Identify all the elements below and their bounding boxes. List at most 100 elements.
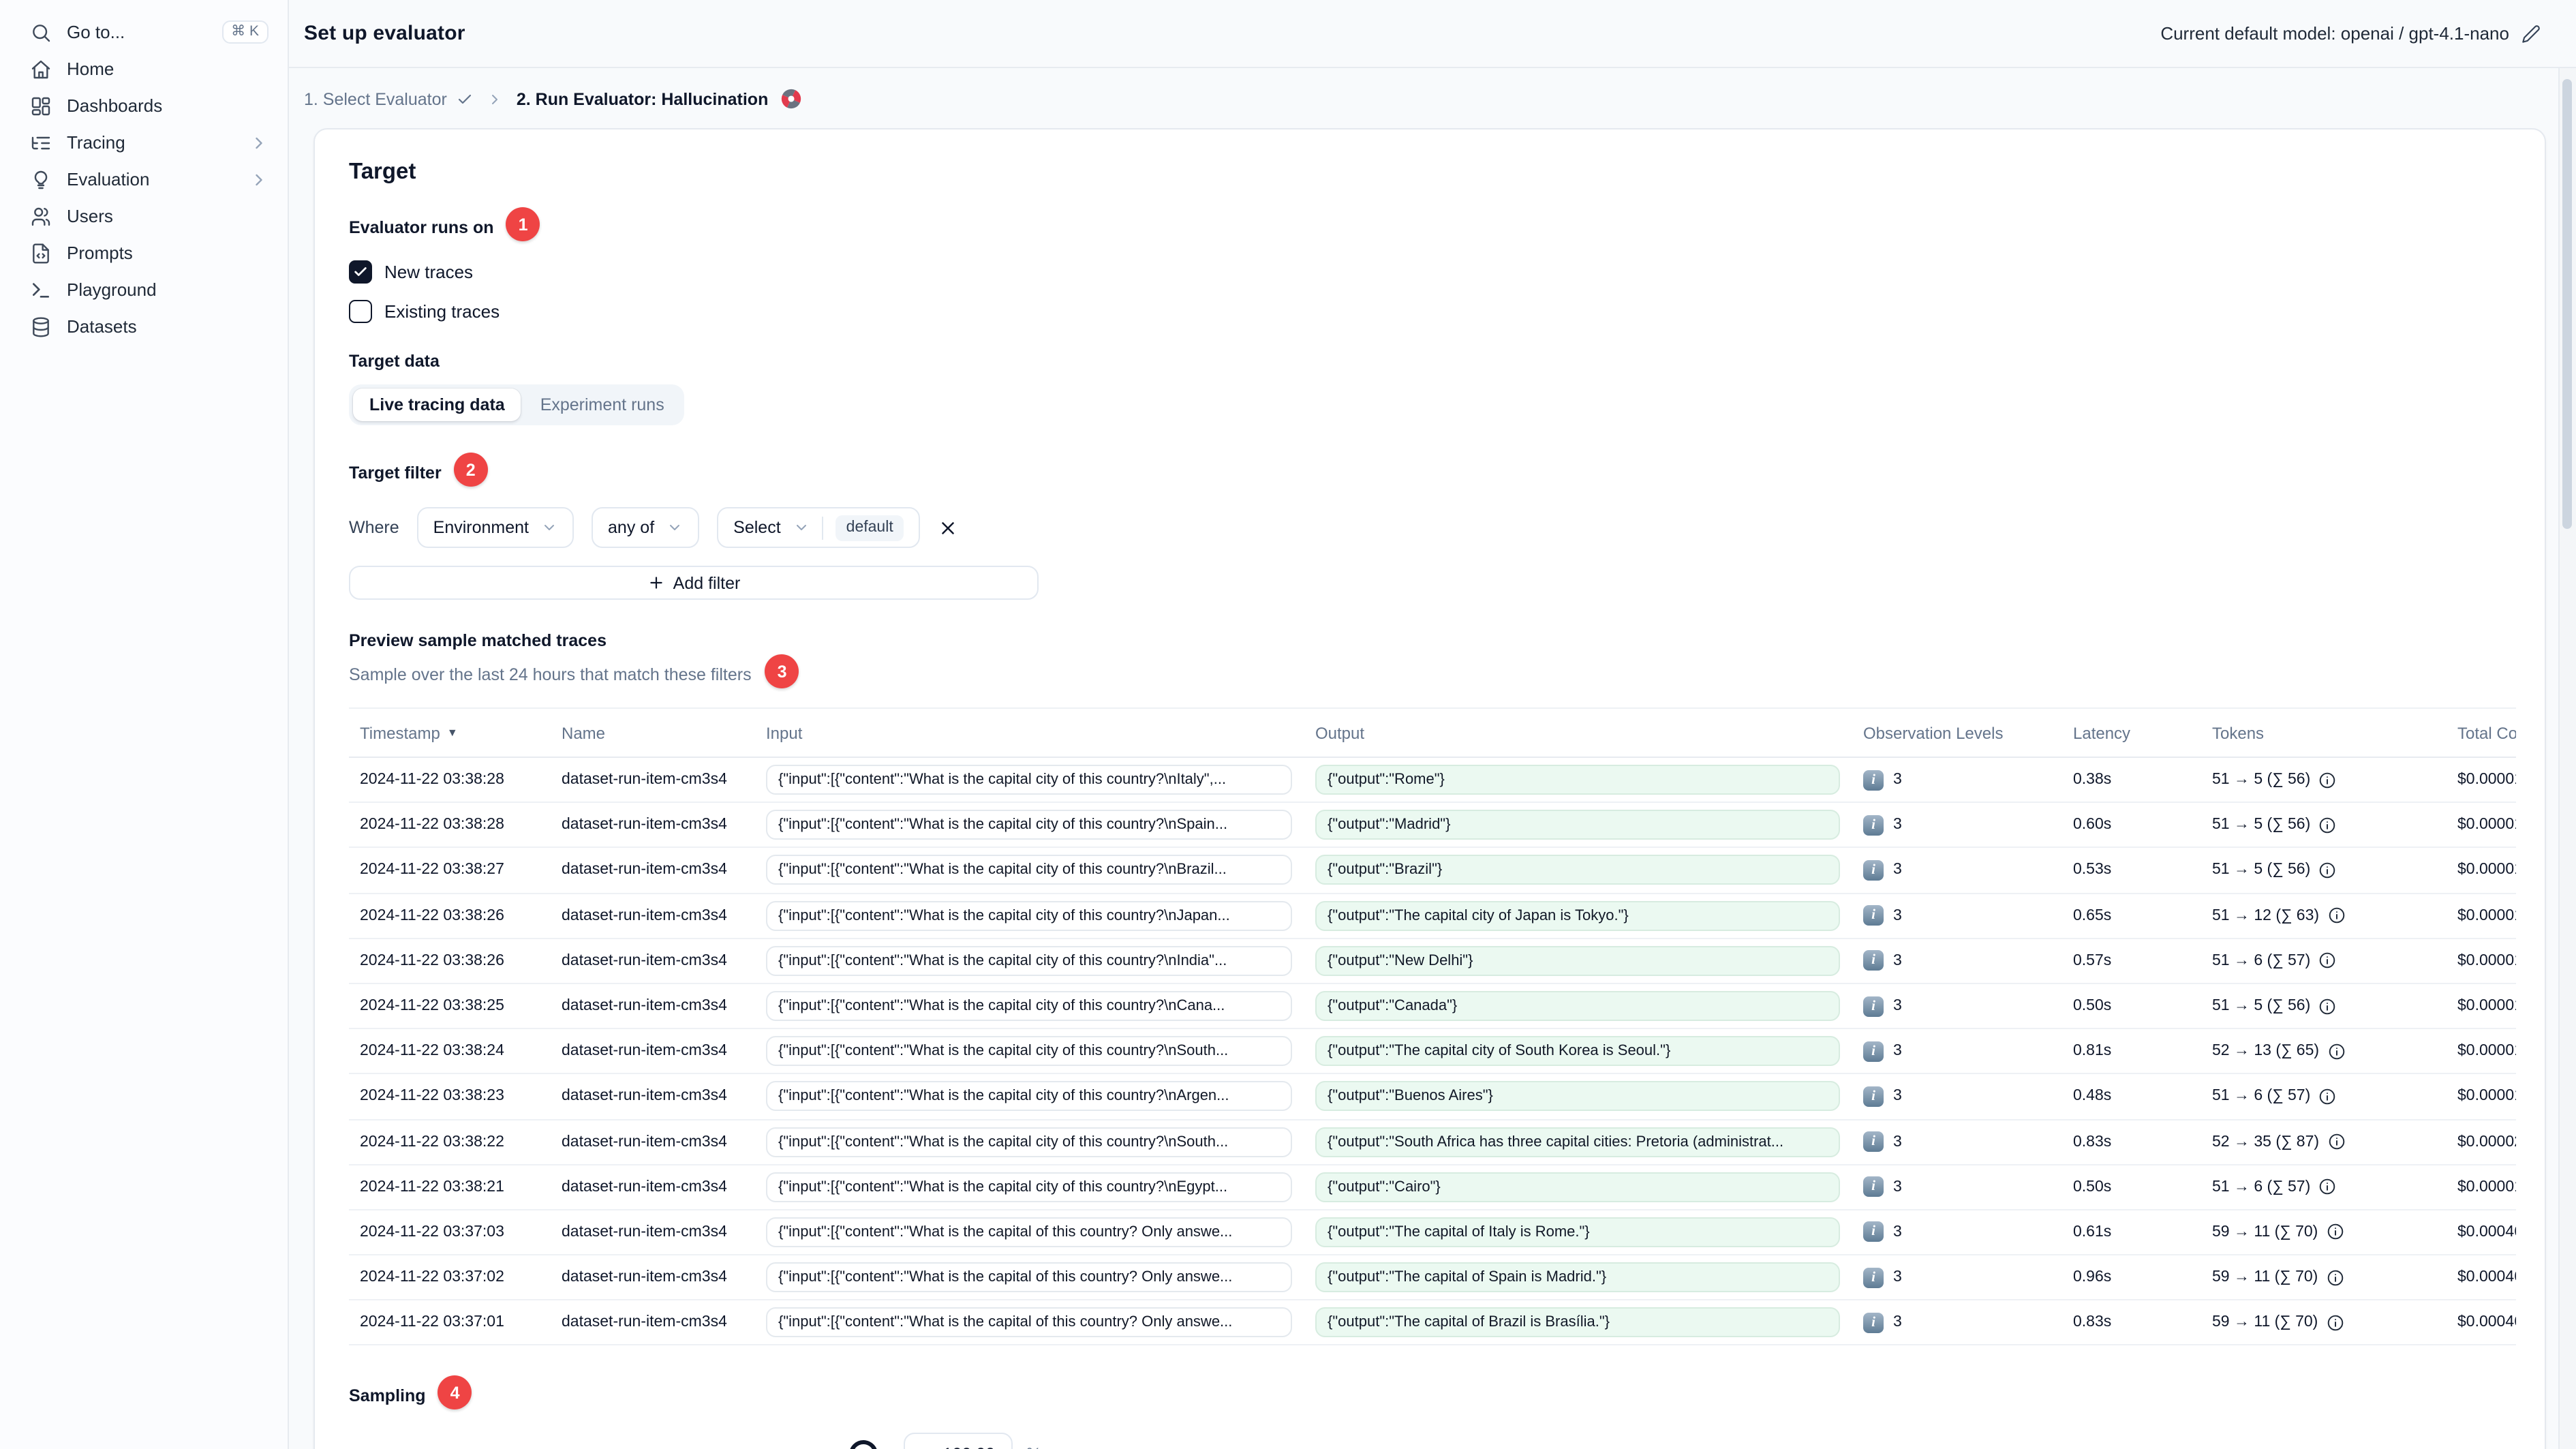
column-header-output[interactable]: Output xyxy=(1304,723,1852,742)
sidebar-item-label: Evaluation xyxy=(67,169,150,189)
table-row[interactable]: 2024-11-22 03:38:22 dataset-run-item-cm3s… xyxy=(349,1120,2516,1165)
cell-observation-levels: i3 xyxy=(1852,814,2062,836)
cell-tokens: 51 → 5 (∑ 56) xyxy=(2201,861,2447,879)
filter-column-select[interactable]: Environment xyxy=(416,507,574,548)
output-chip[interactable]: {"output":"The capital city of South Kor… xyxy=(1315,1036,1840,1067)
input-chip[interactable]: {"input":[{"content":"What is the capita… xyxy=(766,945,1292,976)
output-chip[interactable]: {"output":"The capital of Italy is Rome.… xyxy=(1315,1217,1840,1247)
table-row[interactable]: 2024-11-22 03:38:26 dataset-run-item-cm3s… xyxy=(349,939,2516,984)
table-row[interactable]: 2024-11-22 03:37:02 dataset-run-item-cm3s… xyxy=(349,1255,2516,1301)
input-chip[interactable]: {"input":[{"content":"What is the capita… xyxy=(766,1081,1292,1112)
table-row[interactable]: 2024-11-22 03:38:27 dataset-run-item-cm3s… xyxy=(349,849,2516,894)
sampling-value-input[interactable]: 100.00 xyxy=(904,1433,1013,1449)
checkbox[interactable] xyxy=(349,300,372,323)
input-chip[interactable]: {"input":[{"content":"What is the capita… xyxy=(766,855,1292,885)
column-header-name[interactable]: Name xyxy=(551,723,755,742)
filter-value-select[interactable]: Select default xyxy=(717,507,921,548)
table-row[interactable]: 2024-11-22 03:38:21 dataset-run-item-cm3s… xyxy=(349,1165,2516,1210)
table-row[interactable]: 2024-11-22 03:38:24 dataset-run-item-cm3s… xyxy=(349,1029,2516,1075)
output-chip[interactable]: {"output":"The capital of Brazil is Bras… xyxy=(1315,1307,1840,1338)
output-chip[interactable]: {"output":"Madrid"} xyxy=(1315,810,1840,840)
column-header-observation-levels[interactable]: Observation Levels xyxy=(1852,723,2062,742)
info-icon[interactable] xyxy=(2318,817,2336,834)
info-icon[interactable] xyxy=(2326,1223,2344,1241)
table-row[interactable]: 2024-11-22 03:38:23 dataset-run-item-cm3s… xyxy=(349,1075,2516,1120)
info-icon[interactable] xyxy=(2326,1268,2344,1286)
sidebar-item-dashboards[interactable]: Dashboards xyxy=(0,87,288,124)
sampling-slider-thumb[interactable] xyxy=(849,1439,878,1449)
output-chip[interactable]: {"output":"The capital of Spain is Madri… xyxy=(1315,1262,1840,1293)
column-header-timestamp[interactable]: Timestamp ▼ xyxy=(349,723,551,742)
sidebar-item-evaluation[interactable]: Evaluation xyxy=(0,161,288,198)
output-chip[interactable]: {"output":"Buenos Aires"} xyxy=(1315,1081,1840,1112)
output-chip[interactable]: {"output":"Brazil"} xyxy=(1315,855,1840,885)
table-row[interactable]: 2024-11-22 03:38:28 dataset-run-item-cm3s… xyxy=(349,758,2516,804)
column-header-input[interactable]: Input xyxy=(755,723,1304,742)
checkbox-checked[interactable] xyxy=(349,260,372,284)
input-chip[interactable]: {"input":[{"content":"What is the capita… xyxy=(766,1172,1292,1202)
table-row[interactable]: 2024-11-22 03:38:25 dataset-run-item-cm3s… xyxy=(349,984,2516,1030)
info-icon[interactable] xyxy=(2327,1042,2345,1060)
sidebar-item-label: Playground xyxy=(67,279,157,300)
info-icon[interactable] xyxy=(2318,861,2336,879)
cell-observation-levels: i3 xyxy=(1852,950,2062,971)
output-chip[interactable]: {"output":"Rome"} xyxy=(1315,765,1840,795)
sidebar-item-users[interactable]: Users xyxy=(0,198,288,234)
page-scrollbar[interactable] xyxy=(2558,68,2576,1449)
pencil-icon[interactable] xyxy=(2521,24,2541,43)
input-chip[interactable]: {"input":[{"content":"What is the capita… xyxy=(766,1307,1292,1338)
info-level-icon: i xyxy=(1863,1267,1884,1288)
breadcrumb-step-select-evaluator[interactable]: 1. Select Evaluator xyxy=(304,89,473,108)
output-chip[interactable]: {"output":"New Delhi"} xyxy=(1315,945,1840,976)
input-chip[interactable]: {"input":[{"content":"What is the capita… xyxy=(766,991,1292,1022)
table-row[interactable]: 2024-11-22 03:38:26 dataset-run-item-cm3s… xyxy=(349,894,2516,939)
sidebar-item-playground[interactable]: Playground xyxy=(0,271,288,308)
tab-experiment-runs[interactable]: Experiment runs xyxy=(524,388,681,421)
output-chip[interactable]: {"output":"Cairo"} xyxy=(1315,1172,1840,1202)
table-row[interactable]: 2024-11-22 03:37:01 dataset-run-item-cm3s… xyxy=(349,1301,2516,1346)
tab-live-tracing-data[interactable]: Live tracing data xyxy=(353,388,521,421)
input-chip[interactable]: {"input":[{"content":"What is the capita… xyxy=(766,765,1292,795)
cell-name: dataset-run-item-cm3s4 xyxy=(562,952,727,969)
topbar: Set up evaluator Current default model: … xyxy=(289,0,2576,68)
column-header-latency[interactable]: Latency xyxy=(2062,723,2201,742)
input-chip[interactable]: {"input":[{"content":"What is the capita… xyxy=(766,900,1292,931)
cell-tokens: 51 → 6 (∑ 57) xyxy=(2201,1178,2447,1196)
input-chip[interactable]: {"input":[{"content":"What is the capita… xyxy=(766,1127,1292,1157)
column-header-tokens[interactable]: Tokens xyxy=(2201,723,2447,742)
sidebar-item-prompts[interactable]: Prompts xyxy=(0,234,288,271)
output-chip[interactable]: {"output":"The capital city of Japan is … xyxy=(1315,900,1840,931)
sidebar-item-home[interactable]: Home xyxy=(0,50,288,87)
input-chip[interactable]: {"input":[{"content":"What is the capita… xyxy=(766,1262,1292,1293)
info-icon[interactable] xyxy=(2318,771,2336,789)
output-chip[interactable]: {"output":"South Africa has three capita… xyxy=(1315,1127,1840,1157)
add-filter-button[interactable]: Add filter xyxy=(349,566,1039,600)
breadcrumb-step-run-evaluator[interactable]: 2. Run Evaluator: Hallucination xyxy=(517,87,803,110)
sidebar-item-go-to[interactable]: Go to... ⌘ K xyxy=(0,14,288,50)
filter-where-label: Where xyxy=(349,518,399,537)
target-card: Target Evaluator runs on 1 New traces Exi… xyxy=(313,128,2546,1449)
input-chip[interactable]: {"input":[{"content":"What is the capita… xyxy=(766,1036,1292,1067)
remove-filter-button[interactable] xyxy=(938,517,959,538)
target-data-tabs: Live tracing data Experiment runs xyxy=(349,384,685,425)
info-icon[interactable] xyxy=(2318,997,2336,1015)
column-header-total-cost[interactable]: Total Cost xyxy=(2447,723,2516,742)
info-icon[interactable] xyxy=(2326,1314,2344,1332)
filter-operator-select[interactable]: any of xyxy=(592,507,700,548)
info-icon[interactable] xyxy=(2318,1088,2336,1105)
info-icon[interactable] xyxy=(2327,1133,2345,1150)
info-icon[interactable] xyxy=(2318,952,2336,970)
page-scrollbar-thumb[interactable] xyxy=(2562,79,2572,529)
table-row[interactable]: 2024-11-22 03:38:28 dataset-run-item-cm3s… xyxy=(349,803,2516,849)
tracing-icon xyxy=(30,132,52,153)
preview-subtitle-row: Sample over the last 24 hours that match… xyxy=(349,654,2528,691)
input-chip[interactable]: {"input":[{"content":"What is the capita… xyxy=(766,810,1292,840)
table-body: 2024-11-22 03:38:28 dataset-run-item-cm3s… xyxy=(349,758,2516,1346)
output-chip[interactable]: {"output":"Canada"} xyxy=(1315,991,1840,1022)
sidebar-item-datasets[interactable]: Datasets xyxy=(0,308,288,345)
table-row[interactable]: 2024-11-22 03:37:03 dataset-run-item-cm3s… xyxy=(349,1210,2516,1256)
input-chip[interactable]: {"input":[{"content":"What is the capita… xyxy=(766,1217,1292,1247)
sidebar-item-tracing[interactable]: Tracing xyxy=(0,124,288,161)
info-icon[interactable] xyxy=(2327,906,2345,924)
info-icon[interactable] xyxy=(2318,1178,2336,1196)
